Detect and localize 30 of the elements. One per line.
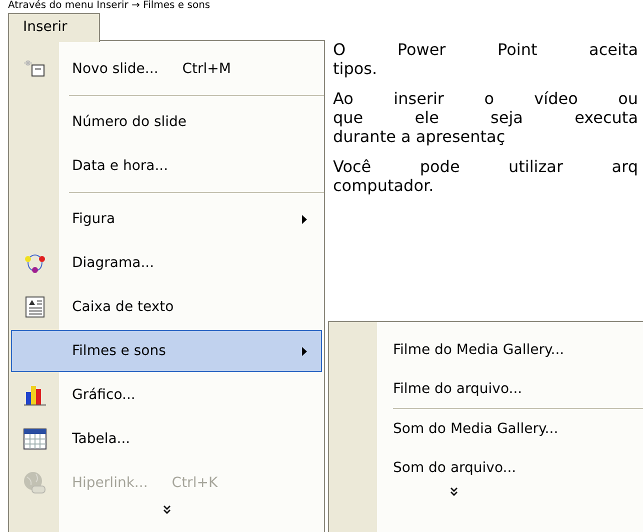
menu-bar-tab[interactable]: Inserir — [8, 13, 100, 42]
body-text-line: tipos. — [333, 59, 378, 78]
menu-item[interactable]: Novo slide... Ctrl+M — [11, 47, 322, 91]
table-icon — [23, 428, 47, 450]
menu-item[interactable]: Data e hora... — [11, 144, 322, 188]
submenu-item[interactable]: Filme do Media Gallery... — [329, 330, 643, 369]
menu-item[interactable]: Caixa de texto — [11, 285, 322, 329]
double-chevron-down-icon[interactable] — [450, 487, 458, 496]
menu-item[interactable]: Figura — [11, 197, 322, 241]
globe-icon — [23, 471, 47, 495]
submenu-item[interactable]: Som do Media Gallery... — [329, 409, 643, 448]
bar-chart-icon — [23, 383, 47, 407]
body-text-line: Você pode utilizar arq — [333, 157, 638, 176]
menu-item[interactable]: Diagrama... — [11, 241, 322, 285]
heading-text: Através do menu Inserir → Filmes e sons — [8, 0, 210, 11]
menu-item[interactable]: Tabela... — [11, 417, 322, 461]
submenu-item[interactable]: Som do arquivo... — [329, 448, 643, 487]
double-chevron-down-icon[interactable] — [162, 505, 170, 514]
body-text-line: que ele seja executa — [333, 108, 638, 127]
body-text-line: computador. — [333, 176, 435, 195]
submenu-item[interactable]: Filme do arquivo... — [329, 369, 643, 408]
menu-item[interactable]: Filmes e sons — [11, 330, 322, 372]
menu-item[interactable]: Número do slide — [11, 100, 322, 144]
body-text-line: O Power Point aceita — [333, 40, 638, 59]
text-box-icon — [25, 296, 45, 318]
body-text-line: Ao inserir o vídeo ou — [333, 89, 638, 108]
body-text-line: durante a apresentaç — [333, 127, 506, 146]
diagram-icon — [24, 252, 46, 274]
new-slide-icon — [24, 60, 46, 78]
menu-item[interactable]: Gráfico... — [11, 373, 322, 417]
